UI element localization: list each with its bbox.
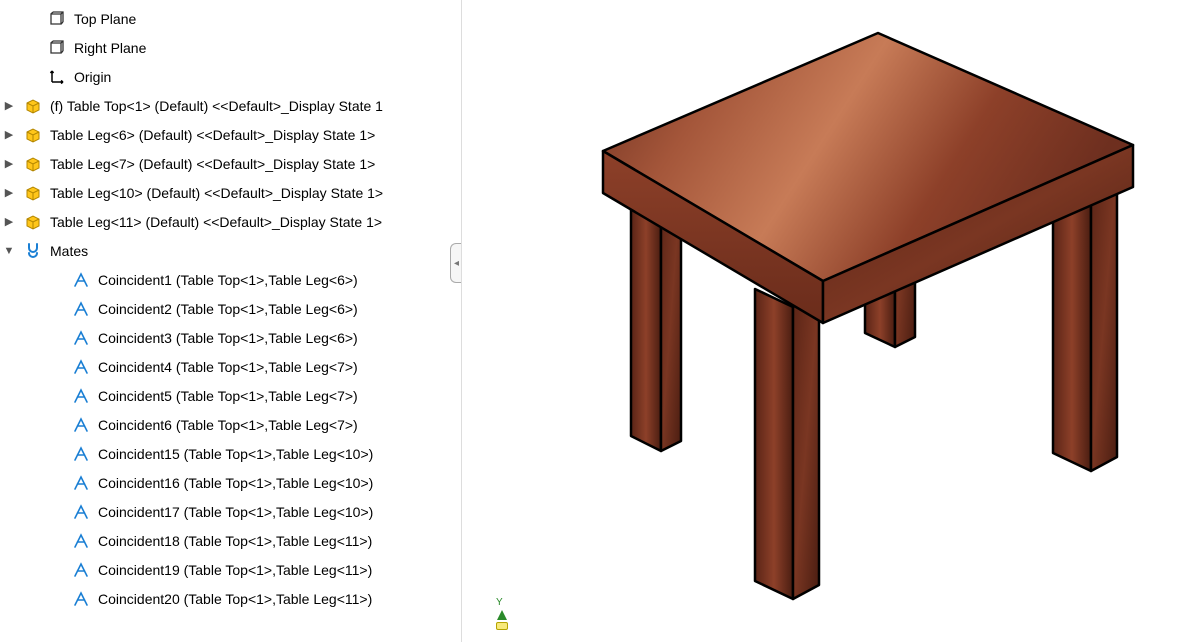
expand-icon[interactable]: ▶ xyxy=(0,128,18,141)
tree-item-label: Right Plane xyxy=(72,40,146,56)
tree-item-label: Table Leg<6> (Default) <<Default>_Displa… xyxy=(48,127,375,143)
part-icon xyxy=(22,153,44,175)
tree-item-mate[interactable]: Coincident17 (Table Top<1>,Table Leg<10>… xyxy=(0,497,461,526)
part-icon xyxy=(22,124,44,146)
tree-item-mate[interactable]: Coincident15 (Table Top<1>,Table Leg<10>… xyxy=(0,439,461,468)
tree-item-plane[interactable]: Right Plane xyxy=(0,33,461,62)
tree-item-label: Top Plane xyxy=(72,11,136,27)
tree-item-plane[interactable]: Top Plane xyxy=(0,4,461,33)
mate-icon xyxy=(70,443,92,465)
triad-arrow-icon xyxy=(497,610,507,620)
tree-item-part[interactable]: ▶ Table Leg<7> (Default) <<Default>_Disp… xyxy=(0,149,461,178)
mate-icon xyxy=(70,356,92,378)
mate-icon xyxy=(70,472,92,494)
triad-base-icon xyxy=(496,622,508,630)
tree-item-origin[interactable]: Origin xyxy=(0,62,461,91)
mate-icon xyxy=(70,559,92,581)
table-model[interactable] xyxy=(493,21,1153,621)
tree-item-label: Coincident2 (Table Top<1>,Table Leg<6>) xyxy=(96,301,358,317)
tree-item-label: Coincident4 (Table Top<1>,Table Leg<7>) xyxy=(96,359,358,375)
tree-item-label: Table Leg<10> (Default) <<Default>_Displ… xyxy=(48,185,383,201)
mate-icon xyxy=(70,414,92,436)
tree-item-mate[interactable]: Coincident4 (Table Top<1>,Table Leg<7>) xyxy=(0,352,461,381)
mates-icon xyxy=(22,240,44,262)
triad-y-label: Y xyxy=(496,598,508,608)
tree-item-label: (f) Table Top<1> (Default) <<Default>_Di… xyxy=(48,98,383,114)
part-icon xyxy=(22,95,44,117)
tree-item-label: Coincident15 (Table Top<1>,Table Leg<10>… xyxy=(96,446,373,462)
view-triad: Y xyxy=(496,598,508,630)
mate-icon xyxy=(70,298,92,320)
feature-tree-panel[interactable]: Top Plane Right Plane Origin ▶ (f) Table… xyxy=(0,0,462,642)
tree-item-label: Coincident6 (Table Top<1>,Table Leg<7>) xyxy=(96,417,358,433)
tree-item-mate[interactable]: Coincident20 (Table Top<1>,Table Leg<11>… xyxy=(0,584,461,613)
tree-item-mates-folder[interactable]: ▼ Mates xyxy=(0,236,461,265)
tree-item-part[interactable]: ▶ (f) Table Top<1> (Default) <<Default>_… xyxy=(0,91,461,120)
tree-item-mate[interactable]: Coincident3 (Table Top<1>,Table Leg<6>) xyxy=(0,323,461,352)
tree-item-label: Origin xyxy=(72,69,111,85)
tree-item-label: Coincident1 (Table Top<1>,Table Leg<6>) xyxy=(96,272,358,288)
expand-icon[interactable]: ▶ xyxy=(0,99,18,112)
part-icon xyxy=(22,182,44,204)
tree-item-mate[interactable]: Coincident16 (Table Top<1>,Table Leg<10>… xyxy=(0,468,461,497)
expand-icon[interactable]: ▶ xyxy=(0,186,18,199)
tree-item-part[interactable]: ▶ Table Leg<6> (Default) <<Default>_Disp… xyxy=(0,120,461,149)
origin-icon xyxy=(46,66,68,88)
tree-item-mate[interactable]: Coincident5 (Table Top<1>,Table Leg<7>) xyxy=(0,381,461,410)
tree-item-label: Coincident3 (Table Top<1>,Table Leg<6>) xyxy=(96,330,358,346)
mate-icon xyxy=(70,530,92,552)
mate-icon xyxy=(70,588,92,610)
tree-item-part[interactable]: ▶ Table Leg<11> (Default) <<Default>_Dis… xyxy=(0,207,461,236)
tree-item-mate[interactable]: Coincident6 (Table Top<1>,Table Leg<7>) xyxy=(0,410,461,439)
mate-icon xyxy=(70,385,92,407)
tree-item-label: Coincident19 (Table Top<1>,Table Leg<11>… xyxy=(96,562,372,578)
tree-item-mate[interactable]: Coincident19 (Table Top<1>,Table Leg<11>… xyxy=(0,555,461,584)
tree-item-label: Coincident20 (Table Top<1>,Table Leg<11>… xyxy=(96,591,372,607)
plane-icon xyxy=(46,8,68,30)
expand-icon[interactable]: ▶ xyxy=(0,157,18,170)
mate-icon xyxy=(70,501,92,523)
tree-item-mate[interactable]: Coincident18 (Table Top<1>,Table Leg<11>… xyxy=(0,526,461,555)
mate-icon xyxy=(70,327,92,349)
tree-item-label: Mates xyxy=(48,243,88,259)
tree-item-label: Coincident17 (Table Top<1>,Table Leg<10>… xyxy=(96,504,373,520)
tree-item-label: Coincident5 (Table Top<1>,Table Leg<7>) xyxy=(96,388,358,404)
tree-item-label: Coincident16 (Table Top<1>,Table Leg<10>… xyxy=(96,475,373,491)
mate-icon xyxy=(70,269,92,291)
tree-item-label: Table Leg<7> (Default) <<Default>_Displa… xyxy=(48,156,375,172)
tree-item-part[interactable]: ▶ Table Leg<10> (Default) <<Default>_Dis… xyxy=(0,178,461,207)
plane-icon xyxy=(46,37,68,59)
panel-flyout-tab[interactable]: ◂ xyxy=(450,243,462,283)
model-viewport[interactable]: Y xyxy=(462,0,1183,642)
part-icon xyxy=(22,211,44,233)
collapse-icon[interactable]: ▼ xyxy=(0,245,18,257)
tree-item-label: Table Leg<11> (Default) <<Default>_Displ… xyxy=(48,214,382,230)
table-leg-front-left xyxy=(755,289,819,599)
tree-item-label: Coincident18 (Table Top<1>,Table Leg<11>… xyxy=(96,533,372,549)
tree-item-mate[interactable]: Coincident1 (Table Top<1>,Table Leg<6>) xyxy=(0,265,461,294)
tree-item-mate[interactable]: Coincident2 (Table Top<1>,Table Leg<6>) xyxy=(0,294,461,323)
expand-icon[interactable]: ▶ xyxy=(0,215,18,228)
